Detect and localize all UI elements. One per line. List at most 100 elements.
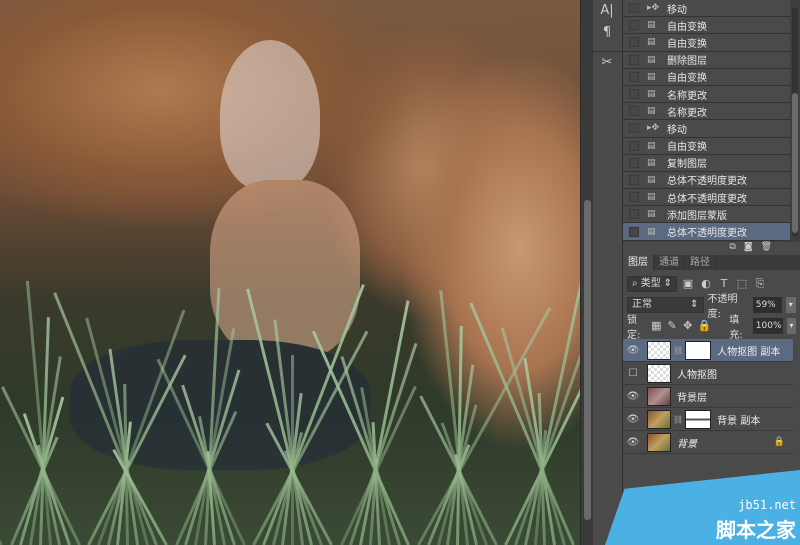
history-item-label: 总体不透明度更改	[667, 193, 747, 205]
layer-row[interactable]: 👁 背景 🔒	[623, 431, 793, 454]
tab-layers[interactable]: 图层	[623, 255, 654, 270]
history-snapshot-checkbox[interactable]	[629, 174, 639, 185]
lock-label: 锁定:	[627, 314, 641, 341]
adjustment-filter-icon[interactable]: ◐	[699, 277, 713, 290]
layer-mask-thumbnail[interactable]	[685, 409, 712, 429]
history-item[interactable]: ▤ 复制图层	[623, 154, 790, 172]
history-item-label: 总体不透明度更改	[667, 228, 747, 240]
history-snapshot-checkbox[interactable]	[629, 106, 639, 117]
history-item[interactable]: ▤ 总体不透明度更改	[623, 189, 790, 207]
filter-type-select[interactable]: ⌕ 类型 ⇕	[627, 275, 677, 292]
history-snapshot-checkbox[interactable]	[629, 226, 639, 237]
lock-image-icon[interactable]: ✎	[666, 319, 678, 332]
layer-name: 人物抠图 副本	[717, 346, 781, 358]
opacity-dropdown-icon[interactable]: ▾	[785, 296, 796, 313]
eye-icon[interactable]: 👁	[623, 414, 643, 425]
mask-link-icon[interactable]: ⛓	[673, 346, 683, 355]
pixel-filter-icon[interactable]: ▣	[681, 277, 695, 290]
fill-label: 填充:	[729, 314, 743, 341]
fill-input[interactable]: 100%	[752, 317, 783, 334]
history-item[interactable]: ▤ 自由变换	[623, 17, 790, 35]
history-item-label: 自由变换	[667, 21, 707, 33]
history-state-icon: ▤	[647, 71, 656, 82]
layer-row[interactable]: 👁 背景层	[623, 385, 793, 408]
history-snapshot-checkbox[interactable]	[629, 20, 639, 31]
history-state-icon: ▤	[647, 20, 656, 31]
history-snapshot-checkbox[interactable]	[629, 54, 639, 65]
history-state-icon: ▤	[647, 209, 656, 220]
eye-icon[interactable]: 👁	[623, 391, 643, 402]
history-item[interactable]: ▤ 自由变换	[623, 68, 790, 86]
layer-row[interactable]: ☐ 人物抠图	[623, 362, 793, 385]
history-item[interactable]: ▤ 总体不透明度更改	[623, 171, 790, 190]
history-item[interactable]: ▤ 添加图层蒙版	[623, 206, 790, 224]
fill-dropdown-icon[interactable]: ▾	[786, 317, 796, 334]
layer-name: 背景层	[677, 392, 707, 404]
blend-mode-value: 正常	[632, 298, 652, 310]
history-state-icon: ▤	[647, 54, 656, 65]
history-snapshot-checkbox[interactable]	[629, 3, 639, 14]
opacity-input[interactable]: 59%	[752, 296, 782, 313]
history-item-label: 复制图层	[667, 159, 707, 171]
lock-all-icon[interactable]: 🔒	[698, 319, 712, 332]
history-snapshot-checkbox[interactable]	[629, 37, 639, 48]
history-item[interactable]: ▸✥ 移动	[623, 120, 790, 138]
smart-object-filter-icon[interactable]: ⎘	[753, 277, 767, 291]
history-item-label: 自由变换	[667, 38, 707, 50]
layer-name: 人物抠图	[677, 369, 717, 381]
layer-mask-thumbnail[interactable]	[685, 340, 712, 360]
history-item-label: 自由变换	[667, 73, 707, 85]
layer-row[interactable]: 👁 ⛓ 背景 副本	[623, 408, 793, 431]
layer-row[interactable]: 👁 ⛓ 人物抠图 副本	[623, 339, 793, 362]
history-state-icon: ▤	[647, 140, 656, 151]
lock-transparent-icon[interactable]: ▦	[651, 319, 663, 332]
history-item[interactable]: ▤ 名称更改	[623, 103, 790, 121]
tool-presets-icon[interactable]: ✂	[593, 52, 621, 74]
layer-name: 背景	[677, 438, 697, 450]
history-snapshot-checkbox[interactable]	[629, 71, 639, 82]
eye-icon[interactable]: 👁	[623, 345, 643, 356]
history-snapshot-checkbox[interactable]	[629, 192, 639, 203]
canvas-scrollbar[interactable]	[580, 0, 593, 545]
history-scrollbar[interactable]	[792, 8, 798, 236]
paragraph-icon[interactable]: ¶	[593, 22, 621, 44]
character-panel-icon[interactable]: A|	[593, 0, 621, 22]
history-item[interactable]: ▤ 自由变换	[623, 137, 790, 155]
history-item-label: 添加图层蒙版	[667, 210, 727, 222]
history-item[interactable]: ▸✥ 移动	[623, 0, 790, 18]
history-state-icon: ▤	[647, 106, 656, 117]
eye-icon[interactable]: 👁	[623, 437, 643, 448]
history-snapshot-checkbox[interactable]	[629, 157, 639, 168]
history-item[interactable]: ▤ 删除图层	[623, 51, 790, 69]
lock-position-icon[interactable]: ✥	[682, 319, 694, 332]
history-item[interactable]: ▤ 总体不透明度更改	[623, 223, 790, 241]
history-item-label: 删除图层	[667, 56, 707, 68]
history-item-label: 移动	[667, 124, 687, 136]
shape-filter-icon[interactable]: ⬚	[735, 277, 749, 290]
history-snapshot-checkbox[interactable]	[629, 140, 639, 151]
layer-thumbnail	[647, 409, 671, 429]
layer-thumbnail	[647, 432, 671, 452]
move-tool-icon: ▸✥	[647, 3, 660, 14]
history-footer-icons[interactable]: ⧉◙🗑	[623, 242, 800, 255]
history-state-icon: ▤	[647, 157, 656, 168]
visibility-off-box[interactable]: ☐	[623, 368, 643, 379]
tab-channels[interactable]: 通道	[654, 255, 685, 270]
history-item[interactable]: ▤ 自由变换	[623, 34, 790, 52]
mask-link-icon[interactable]: ⛓	[673, 415, 683, 424]
layer-thumbnail	[647, 363, 671, 383]
history-snapshot-checkbox[interactable]	[629, 209, 639, 220]
watermark-site: jb51.net	[738, 498, 796, 512]
tab-paths[interactable]: 路径	[685, 255, 716, 270]
history-item[interactable]: ▤ 名称更改	[623, 85, 790, 104]
move-tool-icon: ▸✥	[647, 123, 660, 134]
document-canvas[interactable]	[0, 0, 580, 545]
history-snapshot-checkbox[interactable]	[629, 89, 639, 100]
grass-blade	[0, 474, 3, 545]
watermark-name: 脚本之家	[716, 518, 796, 542]
history-state-icon: ▤	[647, 174, 656, 185]
type-filter-icon[interactable]: T	[717, 277, 731, 290]
history-item-label: 名称更改	[667, 107, 707, 119]
history-snapshot-checkbox[interactable]	[629, 123, 639, 134]
layer-thumbnail	[647, 340, 671, 360]
